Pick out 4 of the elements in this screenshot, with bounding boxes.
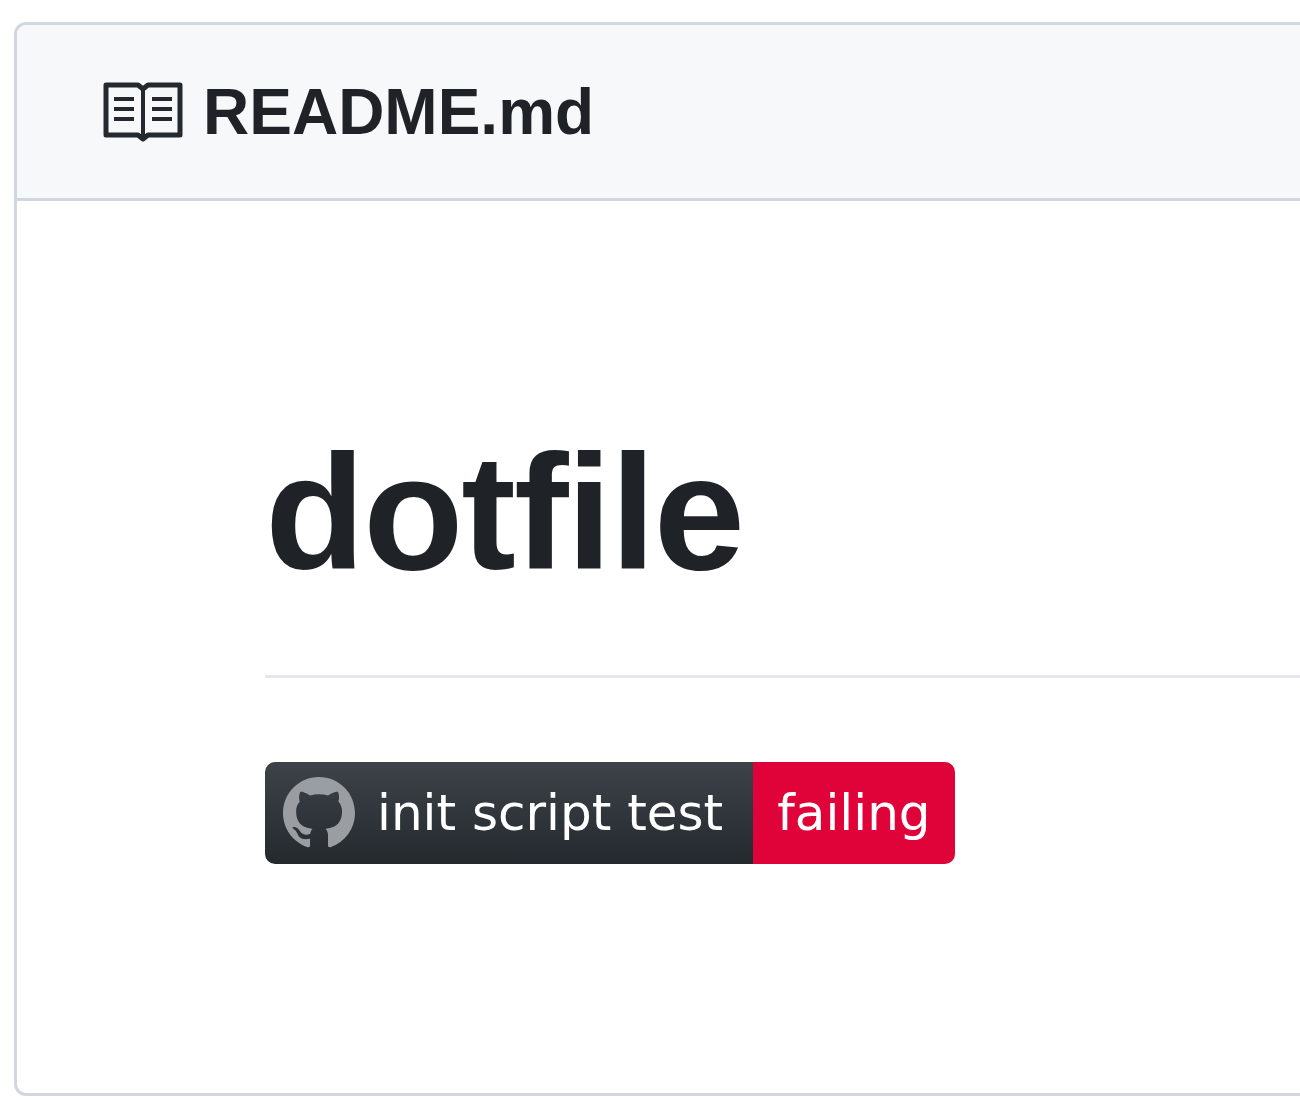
readme-heading: dotfile bbox=[265, 431, 744, 595]
octocat-icon bbox=[283, 777, 355, 849]
book-icon bbox=[103, 80, 183, 143]
file-name: README.md bbox=[203, 74, 595, 149]
